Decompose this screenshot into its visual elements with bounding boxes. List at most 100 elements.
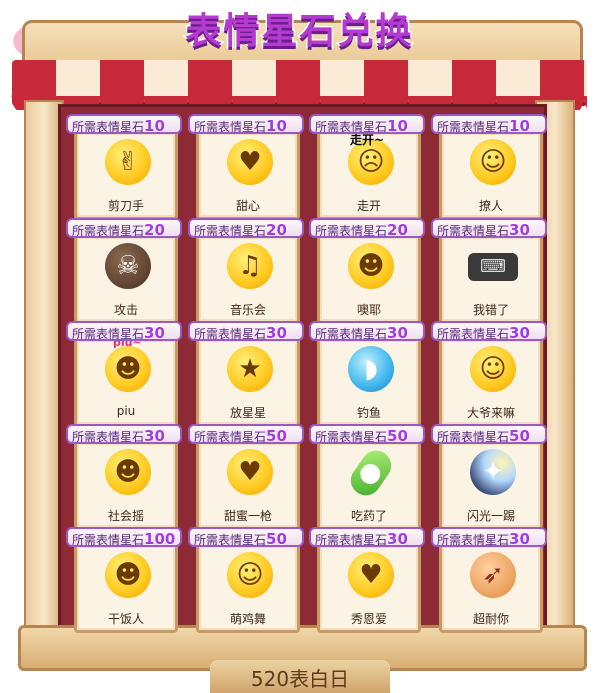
- flash-kick-icon: ✦: [470, 449, 516, 495]
- item-card[interactable]: ☺ 大爷来嘛: [439, 337, 543, 427]
- exchange-item[interactable]: ♥ 秀恩爱 所需表情星石30: [309, 527, 433, 633]
- cost-value: 100: [144, 530, 176, 549]
- cost-badge: 所需表情星石20: [66, 218, 182, 240]
- cost-label: 所需表情星石: [437, 120, 510, 134]
- exchange-item[interactable]: ☻ 干饭人 所需表情星石100: [66, 527, 190, 633]
- cost-label: 所需表情星石: [315, 533, 388, 547]
- exchange-item[interactable]: ● 吃药了 所需表情星石50: [309, 424, 433, 530]
- exchange-item[interactable]: ☻piu~piu所需表情星石30: [66, 321, 190, 427]
- cost-badge: 所需表情星石20: [309, 218, 425, 240]
- cost-value: 20: [144, 221, 166, 240]
- cost-badge: 所需表情星石30: [431, 218, 547, 240]
- exchange-item[interactable]: ★ 放星星 所需表情星石30: [188, 321, 312, 427]
- cost-badge: 所需表情星石30: [431, 321, 547, 343]
- cost-value: 20: [266, 221, 288, 240]
- item-card[interactable]: ☻piu~piu: [74, 336, 178, 427]
- exchange-item[interactable]: ☻ 噢耶 所需表情星石20: [309, 218, 433, 324]
- exchange-item[interactable]: ☹ 走开~ 走开 所需表情星石10: [309, 114, 433, 220]
- exchange-item[interactable]: ✦ 闪光一踢 所需表情星石50: [431, 424, 555, 530]
- item-name: 干饭人: [107, 612, 144, 626]
- exchange-item[interactable]: ☠ 攻击 所需表情星石20: [66, 218, 190, 324]
- item-name: 吃药了: [350, 509, 387, 523]
- item-card[interactable]: ● 吃药了: [317, 440, 421, 530]
- cost-badge: 所需表情星石10: [309, 114, 425, 136]
- item-name: 攻击: [113, 303, 138, 317]
- item-card[interactable]: ☻ 社会摇: [74, 440, 178, 530]
- cost-label: 所需表情星石: [72, 224, 145, 238]
- cost-badge: 所需表情星石10: [66, 114, 182, 136]
- item-name: 大爷来嘛: [466, 406, 515, 420]
- item-name: 我错了: [472, 303, 509, 317]
- cost-label: 所需表情星石: [315, 430, 388, 444]
- cost-value: 10: [266, 117, 288, 136]
- cost-label: 所需表情星石: [194, 430, 267, 444]
- item-card[interactable]: ☹ 走开~ 走开: [317, 130, 421, 220]
- item-name: piu: [116, 404, 136, 418]
- cost-label: 所需表情星石: [194, 327, 267, 341]
- cost-value: 10: [387, 117, 409, 136]
- cost-badge: 所需表情星石10: [188, 114, 304, 136]
- bow-arrow-icon: ➶: [470, 552, 516, 598]
- exchange-item[interactable]: ☺ 撩人 所需表情星石10: [431, 114, 555, 220]
- item-card[interactable]: ☠ 攻击: [74, 234, 178, 324]
- item-card[interactable]: ✦ 闪光一踢: [439, 440, 543, 530]
- keyboard-icon: ⌨: [468, 253, 518, 281]
- item-card[interactable]: ☺ 撩人: [439, 130, 543, 220]
- exchange-item[interactable]: ➶ 超耐你 所需表情星石30: [431, 527, 555, 633]
- cost-value: 10: [144, 117, 166, 136]
- item-card[interactable]: ➶ 超耐你: [439, 543, 543, 633]
- dolphin-icon: ◗: [348, 346, 394, 392]
- item-card[interactable]: ♥ 甜心: [196, 130, 300, 220]
- item-card[interactable]: ☻ 噢耶: [317, 234, 421, 324]
- cost-value: 30: [509, 530, 531, 549]
- item-name: 撩人: [478, 199, 503, 213]
- exchange-item[interactable]: ☺ 萌鸡舞 所需表情星石50: [188, 527, 312, 633]
- cost-value: 30: [266, 324, 288, 343]
- item-card[interactable]: ♫ 音乐会: [196, 234, 300, 324]
- item-name: 秀恩爱: [350, 612, 387, 626]
- cost-label: 所需表情星石: [437, 533, 510, 547]
- item-name: 社会摇: [107, 509, 144, 523]
- cost-label: 所需表情星石: [315, 120, 388, 134]
- piu-emoji-icon: ☻: [105, 346, 151, 392]
- scissors-hand-emoji-icon: ✌: [105, 139, 151, 185]
- item-name: 走开: [356, 199, 381, 213]
- item-name: 萌鸡舞: [229, 612, 266, 626]
- item-card[interactable]: ⌨ 我错了: [439, 234, 543, 324]
- exchange-item[interactable]: ◗ 钓鱼 所需表情星石30: [309, 321, 433, 427]
- item-card[interactable]: ♥ 秀恩爱: [317, 543, 421, 633]
- exchange-item[interactable]: ☻ 社会摇 所需表情星石30: [66, 424, 190, 530]
- exchange-item[interactable]: ☺ 大爷来嘛 所需表情星石30: [431, 321, 555, 427]
- exchange-item[interactable]: ♫ 音乐会 所需表情星石20: [188, 218, 312, 324]
- cost-value: 30: [509, 324, 531, 343]
- item-name: 甜蜜一枪: [223, 509, 272, 523]
- item-card[interactable]: ◗ 钓鱼: [317, 337, 421, 427]
- item-card[interactable]: ♥ 甜蜜一枪: [196, 440, 300, 530]
- item-card[interactable]: ☻ 干饭人: [74, 543, 178, 633]
- item-name: 放星星: [229, 406, 266, 420]
- exchange-item[interactable]: ⌨ 我错了 所需表情星石30: [431, 218, 555, 324]
- cost-label: 所需表情星石: [72, 430, 145, 444]
- exchange-grid: ✌ 剪刀手 所需表情星石10 ♥ 甜心 所需表情星石10 ☹ 走开~ 走开 所需表情星石10 ☺ 撩人…: [0, 0, 599, 693]
- cost-badge: 所需表情星石10: [431, 114, 547, 136]
- star-eyes-emoji-icon: ★: [227, 346, 273, 392]
- chicken-dance-emoji-icon: ☺: [227, 552, 273, 598]
- cost-badge: 所需表情星石30: [309, 321, 425, 343]
- cost-label: 所需表情星石: [437, 327, 510, 341]
- cost-badge: 所需表情星石50: [188, 527, 304, 549]
- cost-value: 30: [387, 530, 409, 549]
- heart-hands-emoji-icon: ♥: [227, 139, 273, 185]
- exchange-item[interactable]: ♥ 甜蜜一枪 所需表情星石50: [188, 424, 312, 530]
- cost-label: 所需表情星石: [72, 533, 145, 547]
- cost-badge: 所需表情星石50: [309, 424, 425, 446]
- item-card[interactable]: ★ 放星星: [196, 337, 300, 427]
- cost-label: 所需表情星石: [437, 224, 510, 238]
- cost-value: 30: [144, 324, 166, 343]
- cost-value: 30: [387, 324, 409, 343]
- item-card[interactable]: ✌ 剪刀手: [74, 130, 178, 220]
- exchange-item[interactable]: ✌ 剪刀手 所需表情星石10: [66, 114, 190, 220]
- exchange-item[interactable]: ♥ 甜心 所需表情星石10: [188, 114, 312, 220]
- item-card[interactable]: ☺ 萌鸡舞: [196, 543, 300, 633]
- cost-value: 30: [144, 427, 166, 446]
- cost-value: 50: [509, 427, 531, 446]
